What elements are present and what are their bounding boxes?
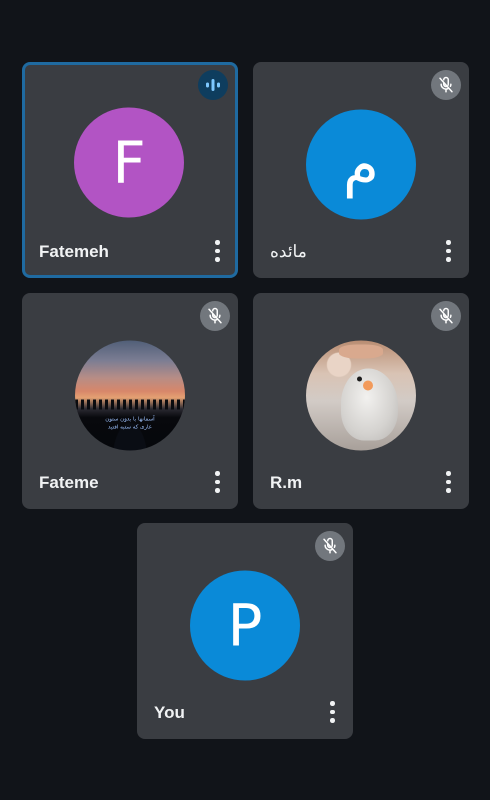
mic-off-icon — [200, 301, 230, 331]
avatar: F — [74, 107, 184, 218]
bird — [341, 368, 399, 441]
profile-photo: آسمانها با بدون ستون عاری که ستبه افتید — [75, 340, 185, 451]
more-vert-icon[interactable] — [214, 471, 220, 493]
mic-off-icon — [431, 70, 461, 100]
avatar-letter: م — [343, 130, 379, 199]
bird-cheek — [363, 380, 374, 391]
participant-tile-fatemeh[interactable]: F Fatemeh — [22, 62, 238, 278]
participant-name: Fateme — [39, 473, 99, 492]
tree-silhouette — [75, 399, 185, 410]
more-vert-icon[interactable] — [445, 240, 451, 262]
participant-tile-fateme[interactable]: آسمانها با بدون ستون عاری که ستبه افتید … — [22, 293, 238, 509]
participant-name: Fatemeh — [39, 242, 109, 261]
audio-level-icon — [198, 70, 228, 100]
participant-name: R.m — [270, 473, 303, 492]
participant-tile-maedeh[interactable]: م مائده — [253, 62, 469, 278]
participant-name: مائده — [270, 242, 307, 261]
more-vert-icon[interactable] — [329, 701, 335, 723]
participant-tile-you[interactable]: P You — [137, 523, 353, 739]
avatar: P — [190, 570, 300, 681]
mic-off-icon — [315, 531, 345, 561]
photo-caption: آسمانها با بدون ستون عاری که ستبه افتید — [105, 416, 155, 431]
mic-off-icon — [431, 301, 461, 331]
participant-tile-rm[interactable]: R.m — [253, 293, 469, 509]
profile-photo — [306, 340, 416, 451]
avatar-letter: P — [227, 591, 263, 660]
meeting-grid: F Fatemeh م مائده آسمانها با بدون ستون ع… — [0, 0, 490, 800]
avatar: م — [306, 109, 416, 220]
hand — [339, 344, 383, 359]
bird-eye — [356, 376, 362, 382]
avatar-letter: F — [112, 128, 146, 197]
more-vert-icon[interactable] — [445, 471, 451, 493]
more-vert-icon[interactable] — [214, 240, 220, 262]
participant-name: You — [154, 703, 185, 722]
